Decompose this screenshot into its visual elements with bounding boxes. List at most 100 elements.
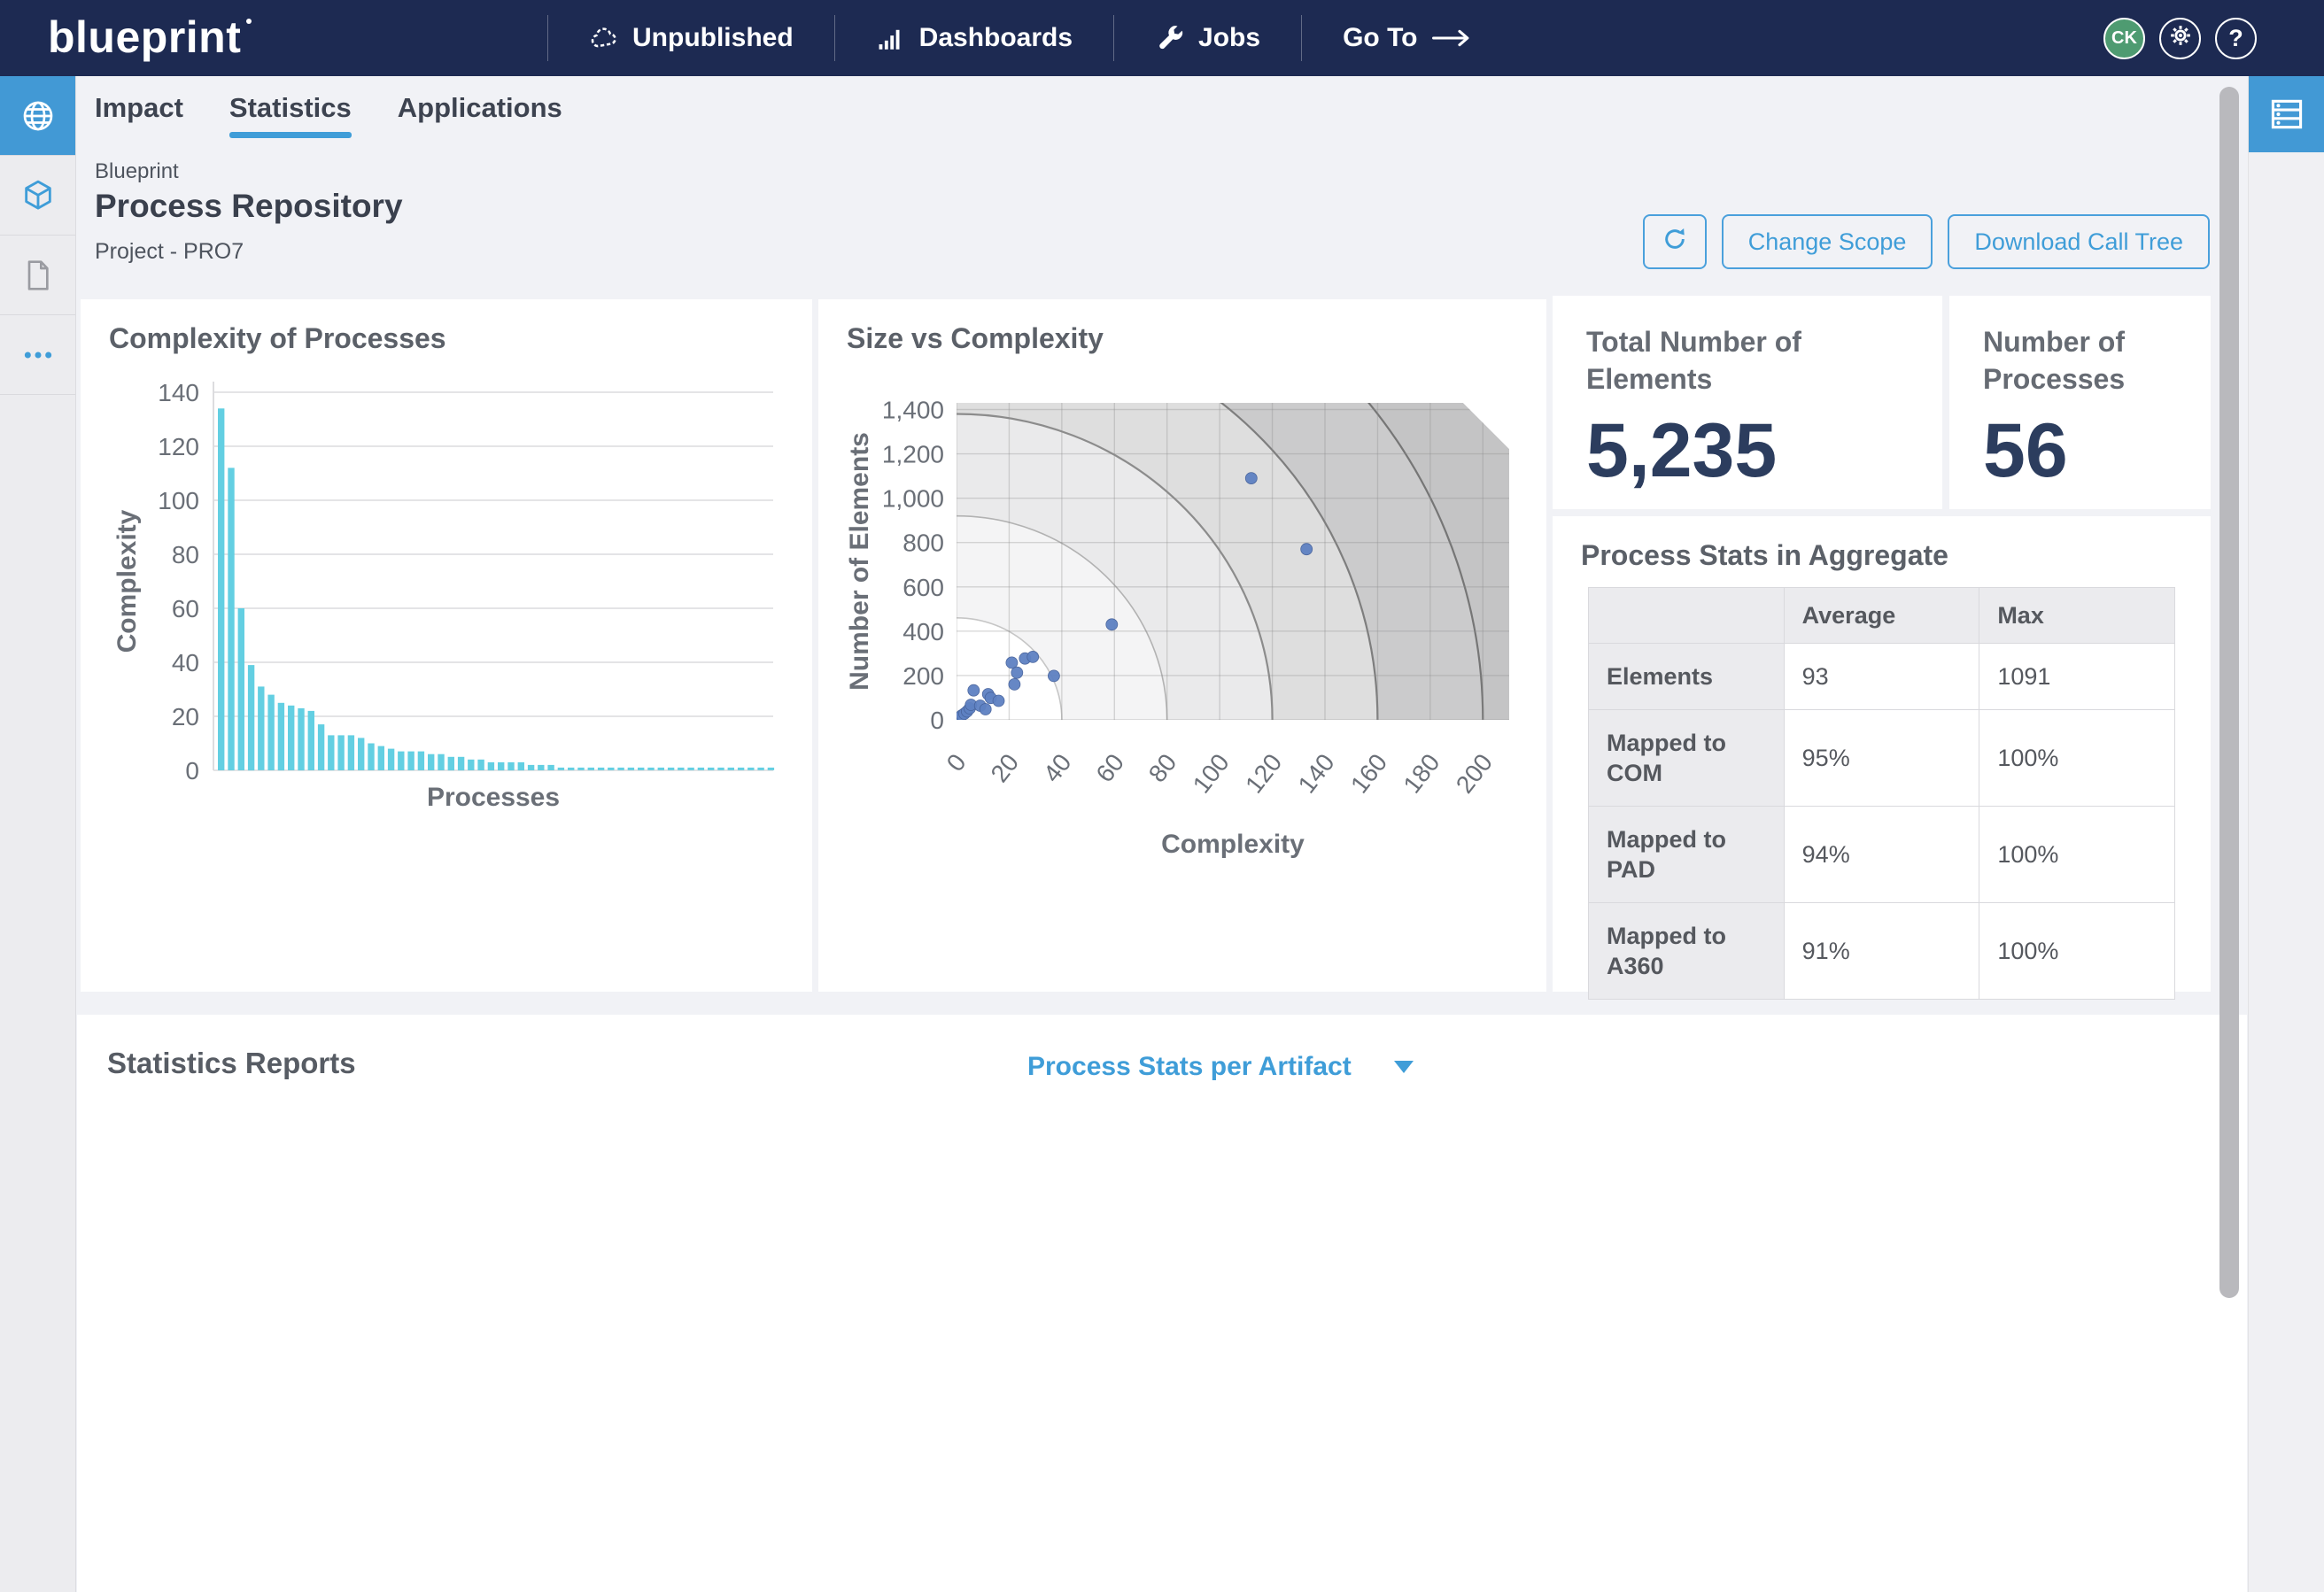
nav-item-dashboards[interactable]: Dashboards (834, 15, 1113, 61)
aggregate-row: Mapped to PAD94%100% (1589, 807, 2175, 903)
top-navbar: blueprint Unpublished Dashboards Jobs Go To… (0, 0, 2324, 76)
svg-text:160: 160 (1345, 749, 1392, 799)
arrow-right-icon (1431, 28, 1472, 48)
aggregate-average-cell: 95% (1784, 710, 1979, 807)
gear-icon (2168, 23, 2193, 54)
svg-text:0: 0 (941, 749, 972, 777)
main-content: Impact Statistics Applications Blueprint P… (77, 76, 2247, 1592)
help-button[interactable]: ? (2215, 18, 2257, 59)
nav-menu: Unpublished Dashboards Jobs Go To (547, 15, 1513, 61)
app-sidebar (0, 76, 76, 1592)
svg-text:100: 100 (158, 487, 199, 514)
svg-text:20: 20 (172, 703, 199, 730)
aggregate-row: Mapped to A36091%100% (1589, 903, 2175, 1000)
size-vs-complexity-card: Size vs Complexity 0 200 400 600 800 1,000 1,2… (818, 299, 1546, 992)
nav-right-group: CK ? (2103, 0, 2257, 76)
page-actions: Change Scope Download Call Tree (1643, 214, 2210, 269)
nav-item-unpublished[interactable]: Unpublished (547, 15, 834, 61)
aggregate-table-head: AverageMax (1589, 588, 2175, 644)
svg-text:1,400: 1,400 (882, 397, 944, 424)
reports-title: Statistics Reports (107, 1047, 356, 1080)
stat-value: 5,235 (1586, 407, 1777, 495)
brand-logo[interactable]: blueprint (48, 12, 252, 63)
bar-chart: 020406080100120140ProcessesComplexity (107, 361, 786, 862)
svg-text:1,200: 1,200 (882, 441, 944, 468)
aggregate-row-label: Mapped to PAD (1589, 807, 1785, 903)
nav-item-label: Unpublished (632, 23, 794, 53)
aggregate-average-cell: 93 (1784, 644, 1979, 710)
stat-value: 56 (1983, 407, 2068, 495)
cube-icon (20, 178, 56, 213)
aggregate-title: Process Stats in Aggregate (1581, 539, 1948, 572)
refresh-button[interactable] (1643, 214, 1707, 269)
aggregate-row-label: Elements (1589, 644, 1785, 710)
aggregate-row-label: Mapped to COM (1589, 710, 1785, 807)
tab-impact[interactable]: Impact (95, 92, 183, 138)
svg-text:Processes: Processes (427, 783, 560, 812)
selector-label: Process Stats per Artifact (1027, 1052, 1352, 1082)
svg-text:Complexity: Complexity (112, 509, 142, 653)
svg-text:800: 800 (902, 529, 944, 557)
aggregate-average-cell: 91% (1784, 903, 1979, 1000)
svg-text:40: 40 (1038, 749, 1077, 788)
scatter-chart: 02004006008001,0001,2001,400020406080100… (841, 361, 1525, 950)
page-subtitle: Project - PRO7 (95, 239, 244, 265)
aggregate-table-body: Elements931091Mapped to COM95%100%Mapped… (1589, 644, 2175, 1000)
complexity-of-processes-card: Complexity of Processes 0204060801001201… (81, 299, 812, 992)
user-avatar[interactable]: CK (2103, 18, 2145, 59)
aggregate-max-cell: 100% (1979, 903, 2175, 1000)
svg-text:80: 80 (1143, 749, 1182, 788)
svg-text:200: 200 (902, 662, 944, 690)
nav-item-go-to[interactable]: Go To (1301, 15, 1512, 61)
aggregate-max-cell: 100% (1979, 807, 2175, 903)
file-icon (20, 258, 56, 293)
svg-text:200: 200 (1451, 749, 1498, 799)
aggregate-column-header: Average (1784, 588, 1979, 644)
cloud-icon (589, 23, 619, 53)
logo-text: blueprint (48, 12, 241, 62)
svg-text:400: 400 (902, 618, 944, 645)
scrollbar-thumb[interactable] (2219, 87, 2239, 1298)
wrench-icon (1155, 23, 1185, 53)
tab-statistics[interactable]: Statistics (229, 92, 352, 138)
svg-text:1,000: 1,000 (882, 485, 944, 513)
number-of-processes-stat-card: Number of Processes 56 (1949, 296, 2211, 509)
aggregate-corner-cell (1589, 588, 1785, 644)
change-scope-button[interactable]: Change Scope (1722, 214, 1933, 269)
statistics-reports-section: Statistics Reports Process Stats per Art… (77, 1015, 2247, 1592)
tab-applications[interactable]: Applications (398, 92, 562, 138)
svg-text:600: 600 (902, 574, 944, 601)
breadcrumb[interactable]: Blueprint (95, 159, 179, 184)
nav-item-jobs[interactable]: Jobs (1113, 15, 1301, 61)
process-stats-aggregate-card: Process Stats in Aggregate AverageMax El… (1553, 516, 2211, 992)
sidebar-item-document[interactable] (0, 236, 75, 315)
sidebar-item-model[interactable] (0, 156, 75, 236)
question-icon: ? (2228, 25, 2243, 52)
page-title: Process Repository (95, 188, 403, 225)
chart-title: Size vs Complexity (847, 322, 1104, 355)
report-type-selector[interactable]: Process Stats per Artifact (1027, 1052, 1414, 1082)
svg-text:180: 180 (1398, 749, 1445, 799)
rows-icon (2267, 95, 2306, 134)
svg-text:120: 120 (158, 433, 199, 460)
svg-text:20: 20 (986, 749, 1025, 788)
dots-icon (20, 337, 56, 373)
aggregate-column-header: Max (1979, 588, 2175, 644)
svg-text:120: 120 (1240, 749, 1287, 799)
settings-button[interactable] (2159, 18, 2201, 59)
stat-label: Number of Processes (1983, 324, 2184, 398)
svg-text:60: 60 (1090, 749, 1129, 788)
svg-text:140: 140 (1293, 749, 1340, 799)
aggregate-row: Elements931091 (1589, 644, 2175, 710)
sidebar-item-more[interactable] (0, 315, 75, 395)
svg-text:Number of Elements: Number of Elements (845, 432, 874, 691)
main-scrollbar (2219, 83, 2241, 1585)
logo-trademark-icon (246, 19, 252, 24)
rail-item-data-panel[interactable] (2249, 76, 2324, 152)
svg-text:0: 0 (185, 757, 199, 784)
nav-item-label: Jobs (1198, 23, 1260, 53)
sidebar-item-globe[interactable] (0, 76, 75, 156)
download-call-tree-button[interactable]: Download Call Tree (1948, 214, 2210, 269)
aggregate-average-cell: 94% (1784, 807, 1979, 903)
aggregate-header-row: AverageMax (1589, 588, 2175, 644)
